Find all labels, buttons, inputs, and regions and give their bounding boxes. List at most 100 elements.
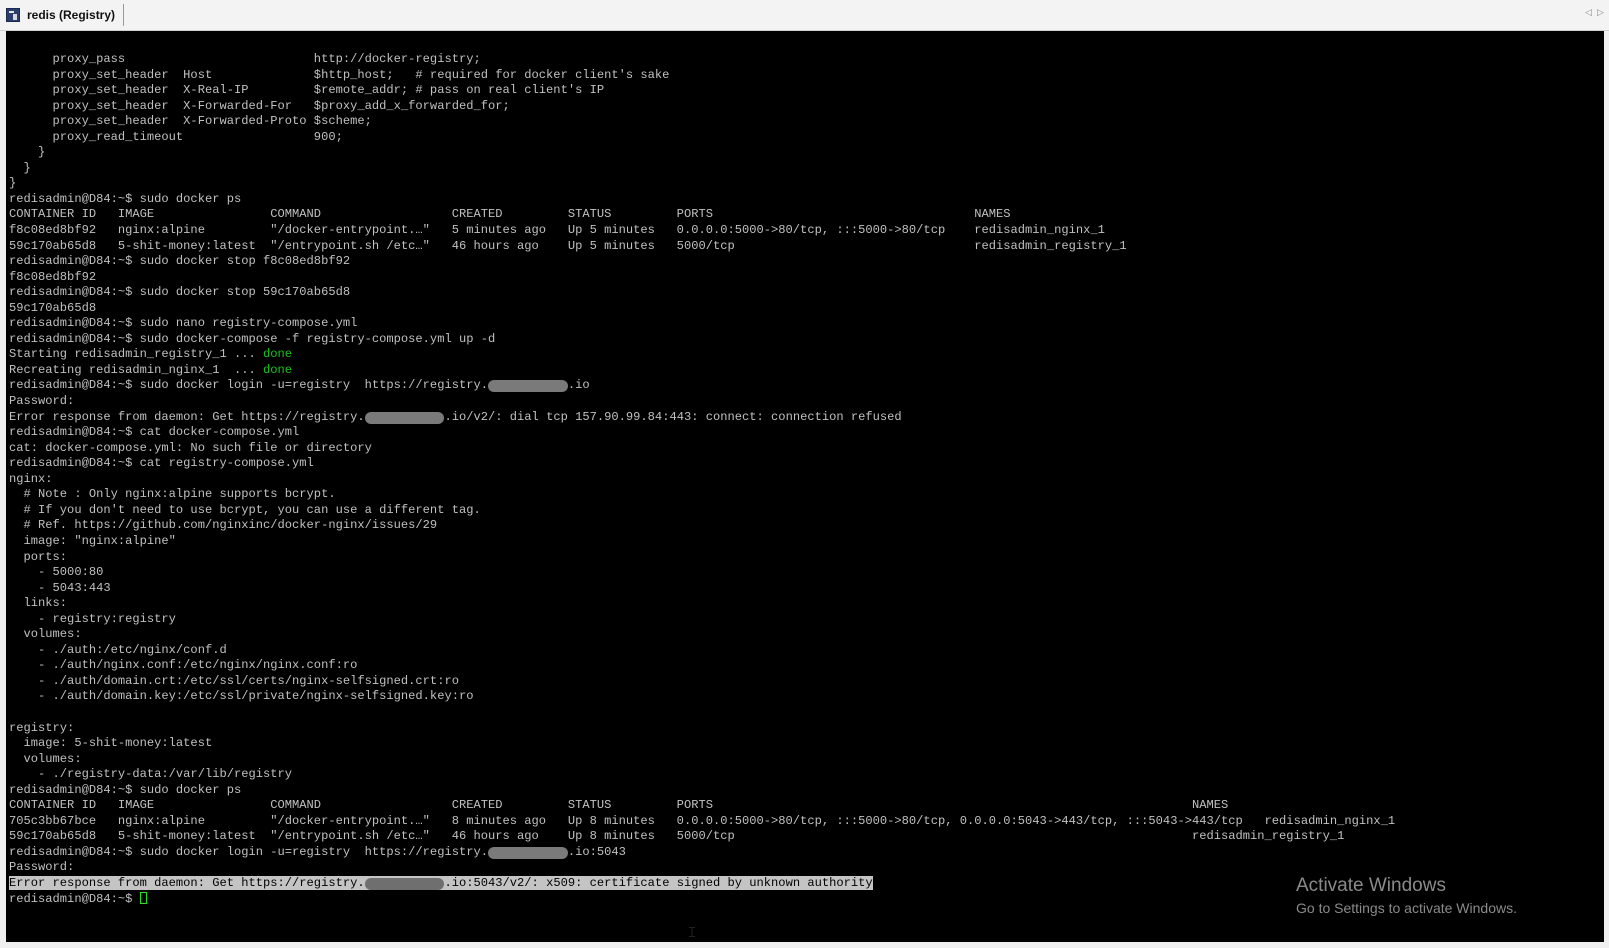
redacted-domain: xxxxxxxxxxx [488,846,568,859]
line-text: - 5000:80 [9,565,104,580]
terminal-line: - 5043:443 [9,581,1395,597]
line-text: proxy_set_header X-Real-IP $remote_addr;… [9,83,605,98]
terminal-line: redisadmin@D84:~$ sudo docker-compose -f… [9,332,1395,348]
terminal-app-icon [6,8,20,22]
terminal-line: Password: [9,860,1395,876]
terminal-line: - ./auth/nginx.conf:/etc/nginx/nginx.con… [9,658,1395,674]
activate-windows-subtitle: Go to Settings to activate Windows. [1296,900,1517,916]
line-text: volumes: [9,627,82,642]
line-text: 59c170ab65d8 5-shit-money:latest "/entry… [9,829,1345,844]
terminal-line: proxy_set_header Host $http_host; # requ… [9,68,1395,84]
line-text: - registry:registry [9,611,176,626]
terminal-line: nginx: [9,472,1395,488]
line-text: redisadmin@D84:~$ sudo nano registry-com… [9,316,358,331]
terminal-line: redisadmin@D84:~$ sudo docker login -u=r… [9,378,1395,394]
line-text: redisadmin@D84:~$ sudo docker login -u=r… [9,844,488,859]
line-text: redisadmin@D84:~$ sudo docker ps [9,191,242,206]
terminal-line: Error response from daemon: Get https://… [9,410,1395,426]
line-text: Error response from daemon: Get https://… [9,875,365,890]
line-text-tail: .io/v2/: dial tcp 157.90.99.84:443: conn… [444,409,902,424]
line-text: 59c170ab65d8 5-shit-money:latest "/entry… [9,238,1127,253]
line-text: image: 5-shit-money:latest [9,736,213,751]
terminal-line: Starting redisadmin_registry_1 ... done [9,347,1395,363]
line-text: redisadmin@D84:~$ [9,891,140,906]
line-text: } [9,145,46,160]
line-text: proxy_set_header X-Forwarded-Proto $sche… [9,114,372,129]
terminal-line: registry: [9,721,1395,737]
line-text: # Note : Only nginx:alpine supports bcry… [9,487,336,502]
tab-title: redis (Registry) [27,8,116,22]
line-text: Recreating redisadmin_nginx_1 ... [9,362,264,377]
terminal-line: Recreating redisadmin_nginx_1 ... done [9,363,1395,379]
terminal-line: links: [9,596,1395,612]
line-text: volumes: [9,751,82,766]
terminal-line: redisadmin@D84:~$ sudo docker ps [9,783,1395,799]
status-done: done [263,362,293,377]
terminal-output[interactable]: proxy_pass http://docker-registry; proxy… [6,31,1604,942]
line-text-tail: .io:5043 [567,844,626,859]
redacted-domain: xxxxxxxxxxx [364,411,445,424]
line-text: proxy_pass http://docker-registry; [9,52,481,66]
line-text: - ./auth/domain.crt:/etc/ssl/certs/nginx… [9,673,459,688]
terminal-line: cat: docker-compose.yml: No such file or… [9,441,1395,457]
terminal-line: 59c170ab65d8 5-shit-money:latest "/entry… [9,829,1395,845]
terminal-line: - ./auth/domain.crt:/etc/ssl/certs/nginx… [9,674,1395,690]
line-text: redisadmin@D84:~$ sudo docker stop 59c17… [9,285,351,300]
line-text: CONTAINER ID IMAGE COMMAND CREATED STATU… [9,207,1011,222]
line-text: } [9,176,17,191]
terminal-line: proxy_pass http://docker-registry; [9,52,1395,68]
terminal-line: redisadmin@D84:~$ sudo docker stop f8c08… [9,254,1395,270]
line-text: cat: docker-compose.yml: No such file or… [9,440,372,455]
terminal-line: redisadmin@D84:~$ sudo docker ps [9,192,1395,208]
terminal-line: redisadmin@D84:~$ cat docker-compose.yml [9,425,1395,441]
line-text: ports: [9,549,68,564]
text-cursor-icon [689,927,695,937]
terminal-line: image: "nginx:alpine" [9,534,1395,550]
terminal-line: } [9,161,1395,177]
line-text: CONTAINER ID IMAGE COMMAND CREATED STATU… [9,798,1229,813]
line-text: Starting redisadmin_registry_1 ... [9,347,264,362]
scroll-right-icon[interactable]: ▷ [1597,8,1604,18]
terminal-line: volumes: [9,752,1395,768]
line-text: - ./registry-data:/var/lib/registry [9,767,293,782]
line-text: } [9,160,31,175]
line-text: nginx: [9,471,53,486]
line-text-tail: .io:5043/v2/: x509: certificate signed b… [444,875,873,890]
line-text: redisadmin@D84:~$ sudo docker login -u=r… [9,378,488,393]
terminal-line: - ./registry-data:/var/lib/registry [9,767,1395,783]
terminal-line: CONTAINER ID IMAGE COMMAND CREATED STATU… [9,798,1395,814]
terminal-line: - registry:registry [9,612,1395,628]
terminal-line: proxy_set_header X-Forwarded-Proto $sche… [9,114,1395,130]
line-text: - ./auth/domain.key:/etc/ssl/private/ngi… [9,689,474,704]
terminal-line: redisadmin@D84:~$ cat registry-compose.y… [9,456,1395,472]
activate-windows-watermark: Activate Windows Go to Settings to activ… [1296,874,1517,919]
terminal-line: # If you don't need to use bcrypt, you c… [9,503,1395,519]
tab-redis-registry[interactable]: redis (Registry) [6,4,125,26]
line-text: proxy_set_header X-Forwarded-For $proxy_… [9,98,510,113]
line-text: - ./auth/nginx.conf:/etc/nginx/nginx.con… [9,658,358,673]
selected-text: Error response from daemon: Get https://… [9,875,873,890]
terminal-line: } [9,145,1395,161]
redacted-domain: xxxxxxxxxxx [488,380,568,393]
line-text: proxy_read_timeout 900; [9,129,343,144]
line-text: registry: [9,720,75,735]
line-text: # Ref. https://github.com/nginxinc/docke… [9,518,438,533]
line-text: redisadmin@D84:~$ sudo docker-compose -f… [9,331,496,346]
terminal-line: Password: [9,394,1395,410]
terminal-line: - ./auth/domain.key:/etc/ssl/private/ngi… [9,689,1395,705]
scroll-left-icon[interactable]: ◁ [1585,8,1592,18]
terminal-line: redisadmin@D84:~$ [9,891,1395,908]
terminal-line: redisadmin@D84:~$ sudo docker stop 59c17… [9,285,1395,301]
redacted-domain: xxxxxxxxxxx [364,877,445,890]
terminal-line: } [9,176,1395,192]
terminal-line: redisadmin@D84:~$ sudo nano registry-com… [9,316,1395,332]
terminal-line: 59c170ab65d8 [9,301,1395,317]
line-text: 705c3bb67bce nginx:alpine "/docker-entry… [9,813,1396,828]
line-text: redisadmin@D84:~$ cat registry-compose.y… [9,456,314,471]
terminal-line: image: 5-shit-money:latest [9,736,1395,752]
line-text: redisadmin@D84:~$ sudo docker stop f8c08… [9,254,351,269]
terminal-line: 59c170ab65d8 5-shit-money:latest "/entry… [9,239,1395,255]
line-text: f8c08ed8bf92 [9,269,97,284]
terminal-line: ports: [9,550,1395,566]
